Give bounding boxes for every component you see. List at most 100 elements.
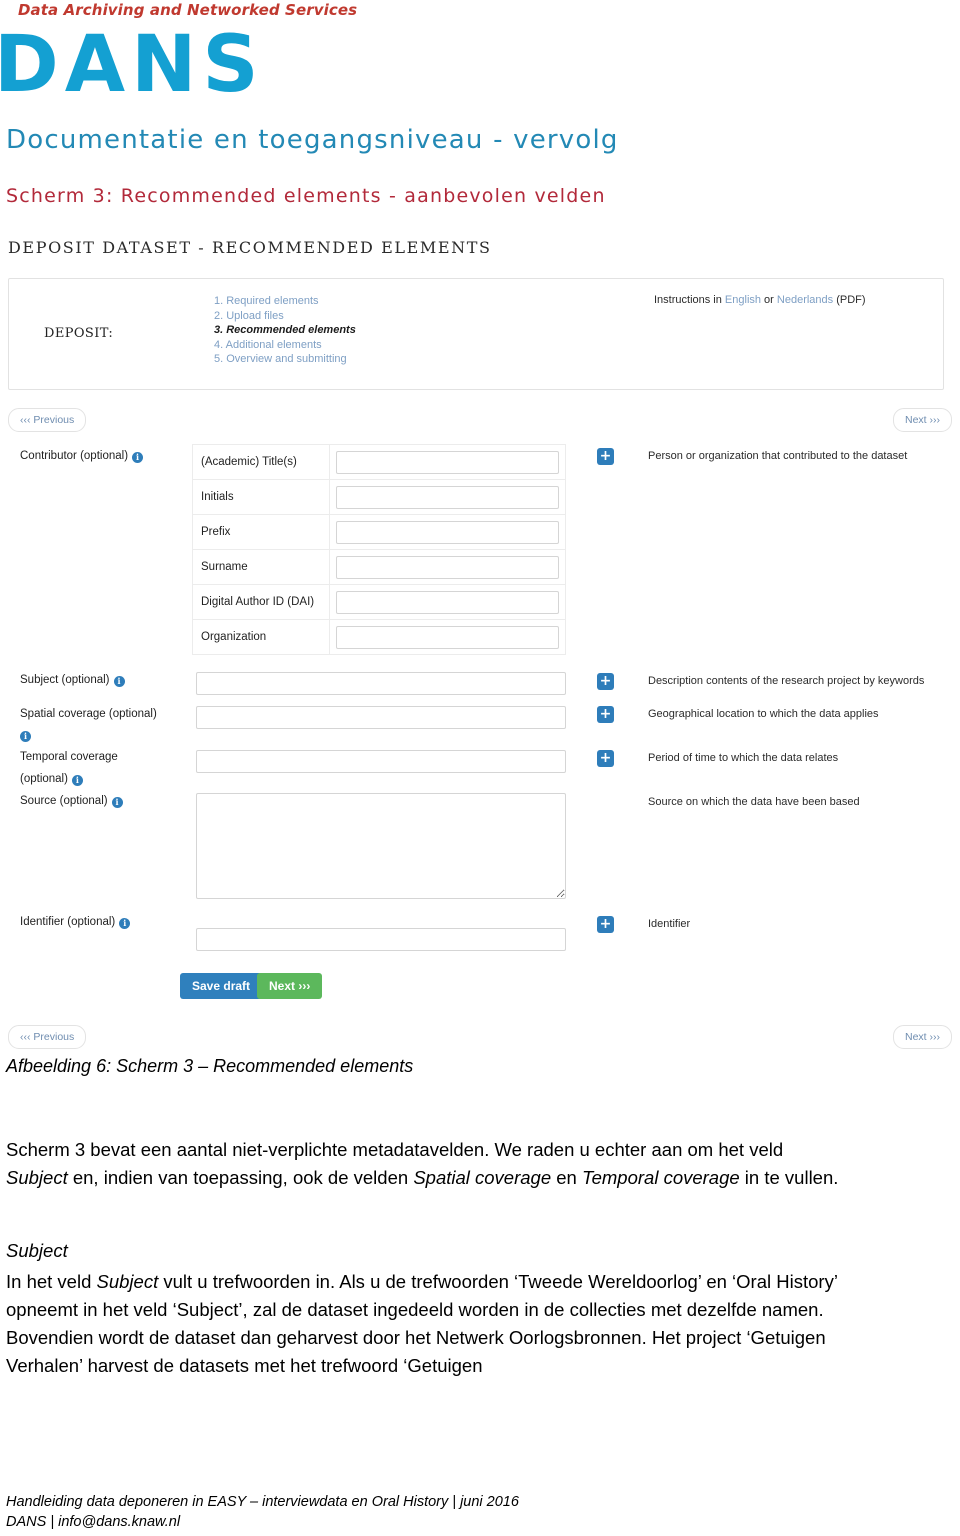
subject-hint: Description contents of the research pro… [648, 675, 925, 687]
row-label: Prefix [192, 514, 330, 550]
p1-b: en, indien van toepassing, ook de velden [67, 1167, 414, 1188]
spatial-info-wrap: i [20, 725, 31, 743]
step-item-1[interactable]: 1. Required elements [214, 294, 356, 309]
row-field [329, 584, 566, 620]
spatial-coverage-hint: Geographical location to which the data … [648, 708, 879, 720]
add-identifier-icon[interactable]: + [597, 916, 614, 933]
paragraph-intro: Scherm 3 bevat een aantal niet-verplicht… [6, 1136, 846, 1192]
row-field [329, 619, 566, 655]
identifier-label: Identifier (optional) i [20, 916, 131, 929]
info-icon[interactable]: i [20, 731, 31, 742]
row-field [329, 549, 566, 585]
deposit-panel: DEPOSIT: 1. Required elements 2. Upload … [8, 278, 944, 390]
footer-line-2: DANS | info@dans.knaw.nl [6, 1514, 181, 1530]
temporal-coverage-hint: Period of time to which the data relates [648, 752, 839, 764]
row-field [329, 444, 566, 480]
table-row: Organization [192, 619, 566, 655]
page-subtitle: Scherm 3: Recommended elements - aanbevo… [6, 185, 606, 207]
spatial-coverage-label: Spatial coverage (optional) [20, 708, 157, 720]
source-hint: Source on which the data have been based [648, 796, 860, 808]
p2-a: In het veld [6, 1271, 97, 1292]
info-icon[interactable]: i [113, 676, 125, 687]
save-draft-button[interactable]: Save draft [180, 973, 263, 999]
step-item-2[interactable]: 2. Upload files [214, 309, 356, 324]
previous-button-bottom[interactable]: ‹‹‹ Previous [8, 1025, 87, 1049]
contributor-label-text: Contributor (optional) [20, 450, 129, 462]
row-label: Digital Author ID (DAI) [192, 584, 330, 620]
subject-input[interactable] [196, 672, 566, 695]
info-icon[interactable]: i [111, 797, 123, 808]
row-label: (Academic) Title(s) [192, 444, 330, 480]
row-field [329, 479, 566, 515]
dans-tagline: Data Archiving and Networked Services [18, 1, 358, 19]
p1-italic-spatial: Spatial coverage [413, 1167, 552, 1188]
temporal-optional-text: (optional) [20, 773, 68, 785]
dans-logo: DANS [0, 20, 265, 110]
deposit-label: DEPOSIT: [44, 326, 114, 341]
dai-input[interactable] [336, 590, 559, 614]
info-icon[interactable]: i [71, 775, 83, 786]
deposit-steps: 1. Required elements 2. Upload files 3. … [214, 294, 356, 367]
table-row: Surname [192, 549, 566, 585]
source-textarea[interactable] [196, 793, 566, 899]
p1-d: in te vullen. [739, 1167, 839, 1188]
table-row: Initials [192, 479, 566, 515]
row-field [329, 514, 566, 550]
next-button-form[interactable]: Next ››› [257, 973, 323, 999]
initials-input[interactable] [336, 485, 559, 509]
screenshot-heading: DEPOSIT DATASET - RECOMMENDED ELEMENTS [8, 238, 492, 257]
page-title: Documentatie en toegangsniveau - vervolg [6, 125, 619, 155]
figure-caption: Afbeelding 6: Scherm 3 – Recommended ele… [6, 1056, 414, 1076]
contributor-label: Contributor (optional) i [20, 450, 144, 463]
contributor-table: (Academic) Title(s) Initials Prefix Surn… [192, 444, 566, 655]
p2-italic-subject: Subject [96, 1271, 159, 1292]
identifier-input[interactable] [196, 928, 566, 951]
next-button-bottom[interactable]: Next ››› [893, 1025, 952, 1049]
instructions-line: Instructions in English or Nederlands (P… [654, 294, 866, 306]
organization-input[interactable] [336, 625, 559, 649]
instructions-middle: or [761, 294, 777, 306]
add-spatial-icon[interactable]: + [597, 706, 614, 723]
info-icon[interactable]: i [119, 918, 131, 929]
page-footer: Handleiding data deponeren in EASY – int… [6, 1492, 519, 1532]
subject-label: Subject (optional) i [20, 674, 125, 687]
instructions-suffix: (PDF) [833, 294, 866, 306]
instructions-english-link[interactable]: English [725, 294, 761, 306]
p1-a: Scherm 3 bevat een aantal niet-verplicht… [6, 1139, 784, 1160]
table-row: (Academic) Title(s) [192, 444, 566, 480]
add-contributor-icon[interactable]: + [597, 448, 614, 465]
info-icon[interactable]: i [132, 452, 144, 463]
academic-titles-input[interactable] [336, 450, 559, 474]
step-item-5[interactable]: 5. Overview and submitting [214, 352, 356, 367]
spatial-coverage-input[interactable] [196, 706, 566, 729]
instructions-prefix: Instructions in [654, 294, 725, 306]
paragraph-subject: In het veld Subject vult u trefwoorden i… [6, 1268, 846, 1380]
step-item-4[interactable]: 4. Additional elements [214, 338, 356, 353]
table-row: Digital Author ID (DAI) [192, 584, 566, 620]
p1-italic-temporal: Temporal coverage [581, 1167, 740, 1188]
row-label: Initials [192, 479, 330, 515]
subject-heading: Subject [6, 1240, 68, 1261]
temporal-coverage-input[interactable] [196, 750, 566, 773]
add-temporal-icon[interactable]: + [597, 750, 614, 767]
document-page: Data Archiving and Networked Services DA… [0, 0, 960, 1536]
source-label-text: Source (optional) [20, 795, 108, 807]
surname-input[interactable] [336, 555, 559, 579]
table-row: Prefix [192, 514, 566, 550]
easy-screenshot: DEPOSIT DATASET - RECOMMENDED ELEMENTS D… [0, 228, 960, 1049]
next-button-top[interactable]: Next ››› [893, 408, 952, 432]
add-subject-icon[interactable]: + [597, 673, 614, 690]
row-label: Surname [192, 549, 330, 585]
p1-c: en [551, 1167, 582, 1188]
prefix-input[interactable] [336, 520, 559, 544]
identifier-hint: Identifier [648, 918, 691, 930]
identifier-label-text: Identifier (optional) [20, 916, 116, 928]
previous-button-top[interactable]: ‹‹‹ Previous [8, 408, 87, 432]
instructions-nederlands-link[interactable]: Nederlands [777, 294, 833, 306]
step-item-3[interactable]: 3. Recommended elements [214, 323, 356, 338]
row-label: Organization [192, 619, 330, 655]
footer-line-1: Handleiding data deponeren in EASY – int… [6, 1494, 519, 1510]
temporal-coverage-label: Temporal coverage [20, 751, 118, 763]
p1-italic-subject: Subject [6, 1167, 68, 1188]
temporal-coverage-optional: (optional) i [20, 773, 83, 786]
